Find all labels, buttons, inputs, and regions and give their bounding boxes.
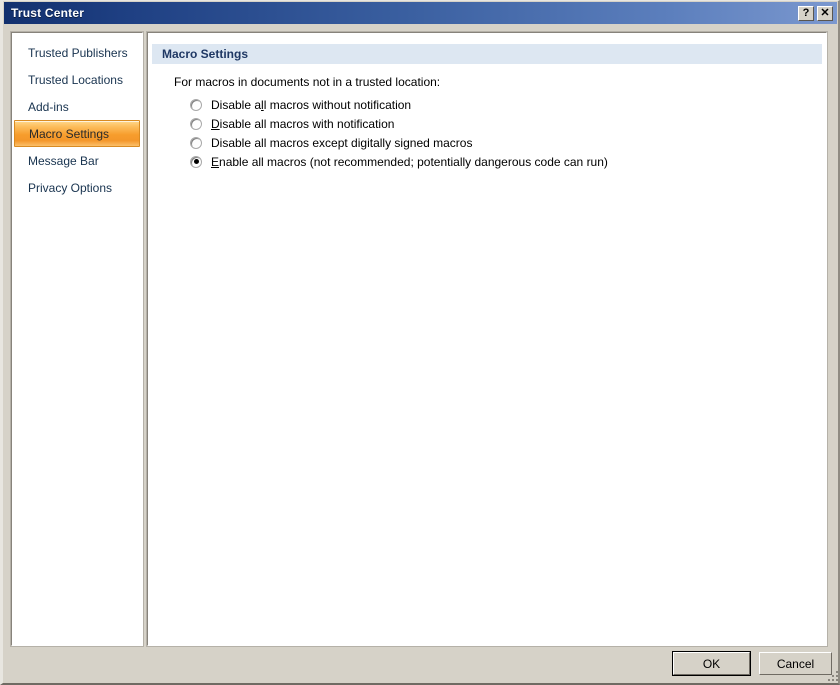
window-controls: ? ✕	[798, 5, 837, 21]
page-title: Macro Settings	[162, 47, 249, 61]
sidebar-item-add-ins[interactable]: Add-ins	[14, 93, 140, 120]
sidebar-item-label: Trusted Publishers	[28, 45, 128, 60]
sidebar-item-label: Trusted Locations	[28, 72, 123, 87]
sidebar-item-message-bar[interactable]: Message Bar	[14, 147, 140, 174]
radio-icon-selected	[190, 155, 202, 168]
dialog-footer: OK Cancel	[3, 649, 838, 683]
close-icon[interactable]: ✕	[817, 5, 833, 21]
radio-icon	[190, 98, 202, 111]
macro-settings-radio-group: Disable all macros without notification …	[190, 95, 826, 171]
sidebar-item-trusted-locations[interactable]: Trusted Locations	[14, 66, 140, 93]
help-icon[interactable]: ?	[798, 5, 814, 21]
radio-option-disable-all-without-notification[interactable]: Disable all macros without notification	[190, 95, 826, 114]
radio-option-label: Disable all macros except digitally sign…	[211, 135, 473, 150]
ok-button[interactable]: OK	[672, 651, 751, 676]
radio-icon	[190, 136, 202, 149]
macro-settings-description: For macros in documents not in a trusted…	[174, 75, 441, 89]
cancel-button[interactable]: Cancel	[759, 652, 832, 675]
content-panel: Macro Settings For macros in documents n…	[146, 31, 828, 647]
sidebar-item-label: Message Bar	[28, 153, 99, 168]
radio-option-disable-except-digitally-signed[interactable]: Disable all macros except digitally sign…	[190, 133, 826, 152]
sidebar: Trusted Publishers Trusted Locations Add…	[10, 31, 144, 647]
radio-option-label: Disable all macros with notification	[211, 116, 395, 131]
radio-option-enable-all-macros[interactable]: Enable all macros (not recommended; pote…	[190, 152, 826, 171]
radio-option-label: Enable all macros (not recommended; pote…	[211, 154, 608, 169]
sidebar-item-label: Privacy Options	[28, 180, 113, 195]
window-title: Trust Center	[11, 6, 85, 20]
section-header: Macro Settings	[152, 44, 822, 64]
title-bar[interactable]: Trust Center ? ✕	[4, 2, 837, 24]
sidebar-item-label: Macro Settings	[29, 126, 110, 141]
trust-center-dialog: Trust Center ? ✕ Trusted Publishers Trus…	[0, 0, 840, 685]
sidebar-item-label: Add-ins	[28, 99, 69, 114]
sidebar-item-privacy-options[interactable]: Privacy Options	[14, 174, 140, 201]
sidebar-item-trusted-publishers[interactable]: Trusted Publishers	[14, 39, 140, 66]
radio-option-label: Disable all macros without notification	[211, 97, 412, 112]
sidebar-item-macro-settings[interactable]: Macro Settings	[14, 120, 140, 147]
radio-icon	[190, 117, 202, 130]
radio-option-disable-all-with-notification[interactable]: Disable all macros with notification	[190, 114, 826, 133]
resize-grip-icon[interactable]	[827, 670, 838, 683]
sidebar-list: Trusted Publishers Trusted Locations Add…	[12, 33, 142, 201]
